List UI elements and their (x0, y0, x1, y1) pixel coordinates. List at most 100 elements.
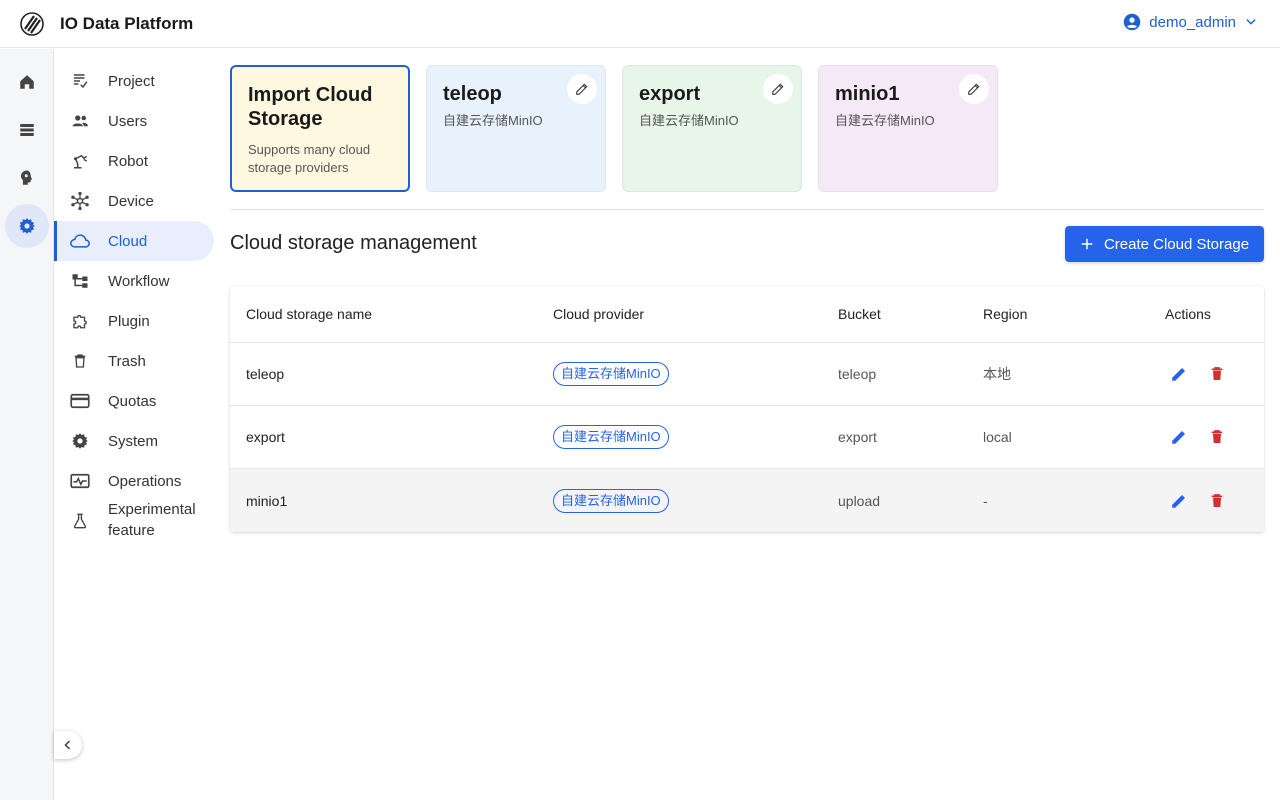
table-row[interactable]: export 自建云存储MinIO export local (230, 406, 1264, 469)
brain-icon (21, 170, 33, 185)
storage-card-minio1[interactable]: minio1 自建云存储MinIO (818, 65, 998, 192)
menu-item-workflow[interactable]: Workflow (54, 261, 214, 301)
column-header: Bucket (838, 306, 881, 322)
menu-item-label: Users (108, 112, 148, 130)
page-title: Cloud storage management (230, 232, 477, 254)
menu-item-quotas[interactable]: Quotas (54, 381, 214, 421)
users-icon (72, 115, 88, 127)
menu-item-label: Workflow (108, 272, 170, 290)
trash-icon (74, 354, 86, 368)
menu-item-label: System (108, 432, 159, 450)
menu-item-label: Quotas (108, 392, 157, 410)
flask-icon (73, 513, 87, 529)
delete-button[interactable] (1203, 360, 1231, 388)
trash-icon (1211, 493, 1223, 507)
menu-item-label: Project (108, 72, 155, 90)
user-menu[interactable]: demo_admin (1123, 13, 1258, 31)
menu-item-users[interactable]: Users (54, 101, 214, 141)
workflow-icon (72, 274, 88, 288)
card-provider: 自建云存储MinIO (639, 113, 739, 128)
rail-storage[interactable] (5, 108, 49, 152)
collapse-sidebar-button[interactable] (54, 731, 82, 759)
chevron-left-icon (64, 740, 71, 750)
pencil-icon (1172, 431, 1185, 444)
region: local (983, 429, 1012, 445)
edit-button[interactable] (1165, 423, 1193, 451)
edit-card-button[interactable] (763, 74, 793, 104)
menu-item-label: Operations (108, 472, 182, 490)
logo-icon (20, 12, 44, 36)
storage-card-export[interactable]: export 自建云存储MinIO (622, 65, 802, 192)
menu-item-label: Trash (108, 352, 146, 370)
bucket-name: upload (838, 492, 881, 509)
card-title: Import Cloud Storage (248, 84, 373, 130)
table-row[interactable]: minio1 自建云存储MinIO upload - (230, 469, 1264, 532)
project-icon (74, 74, 88, 89)
storage-name: teleop (246, 366, 285, 382)
settings-menu: Project Users Robot Device Cloud Workflo… (54, 49, 220, 800)
pencil-icon (968, 83, 980, 95)
create-cloud-storage-button[interactable]: Create Cloud Storage (1065, 226, 1264, 262)
user-name: demo_admin (1149, 13, 1236, 31)
menu-item-label: Device (108, 192, 154, 210)
menu-item-label: Robot (108, 152, 149, 170)
menu-item-label: Plugin (108, 312, 150, 330)
trash-icon (1211, 430, 1223, 443)
bucket-name: teleop (838, 366, 877, 382)
bucket-name: export (838, 429, 877, 445)
monitor-icon (70, 473, 90, 489)
region: 本地 (983, 366, 1011, 382)
rail-settings[interactable] (5, 204, 49, 248)
storage-card-teleop[interactable]: teleop 自建云存储MinIO (426, 65, 606, 192)
menu-item-cloud[interactable]: Cloud (54, 221, 214, 261)
plus-icon (1081, 238, 1093, 250)
table-header: Cloud storage name Cloud provider Bucket… (230, 286, 1264, 343)
menu-item-robot[interactable]: Robot (54, 141, 214, 181)
edit-button[interactable] (1165, 360, 1193, 388)
delete-button[interactable] (1203, 487, 1231, 515)
robot-arm-icon (74, 154, 88, 169)
menu-item-project[interactable]: Project (54, 61, 214, 101)
rail-brain[interactable] (5, 156, 49, 200)
pencil-icon (576, 83, 588, 95)
pencil-icon (1172, 494, 1185, 508)
rail-home[interactable] (5, 60, 49, 104)
create-button-label: Create Cloud Storage (1103, 235, 1250, 253)
storage-name: export (246, 429, 285, 445)
import-cloud-storage-card[interactable]: Import Cloud Storage Supports many cloud… (230, 65, 410, 192)
gear-icon (72, 433, 88, 449)
provider-chip: 自建云存储MinIO (553, 488, 669, 513)
divider (230, 209, 1264, 210)
card-provider: 自建云存储MinIO (835, 113, 935, 128)
menu-item-plugin[interactable]: Plugin (54, 301, 214, 341)
pencil-icon (1172, 368, 1185, 381)
card-icon (70, 393, 90, 409)
column-header: Actions (1165, 306, 1211, 322)
column-header: Region (983, 306, 1028, 322)
edit-button[interactable] (1165, 487, 1193, 515)
table-row[interactable]: teleop 自建云存储MinIO teleop 本地 (230, 343, 1264, 406)
storage-name: minio1 (246, 492, 288, 509)
settings-icon (19, 218, 35, 234)
delete-button[interactable] (1203, 423, 1231, 451)
cloud-icon (70, 234, 90, 248)
edit-card-button[interactable] (959, 74, 989, 104)
pencil-icon (772, 83, 784, 95)
app-title: IO Data Platform (60, 14, 194, 33)
nav-rail (0, 49, 54, 800)
top-bar: IO Data Platform demo_admin (0, 0, 1280, 48)
menu-item-device[interactable]: Device (54, 181, 214, 221)
menu-item-experimental[interactable]: Experimental feature (54, 499, 214, 543)
menu-item-trash[interactable]: Trash (54, 341, 214, 381)
menu-item-operations[interactable]: Operations (54, 461, 214, 501)
column-header: Cloud storage name (246, 306, 373, 322)
provider-chip: 自建云存储MinIO (553, 362, 669, 386)
menu-item-system[interactable]: System (54, 421, 214, 461)
column-header: Cloud provider (553, 306, 645, 322)
region: - (983, 492, 988, 509)
cloud-storage-table: Cloud storage name Cloud provider Bucket… (230, 286, 1264, 532)
device-icon (71, 191, 89, 211)
home-icon (20, 75, 34, 89)
plugin-icon (73, 314, 87, 329)
edit-card-button[interactable] (567, 74, 597, 104)
